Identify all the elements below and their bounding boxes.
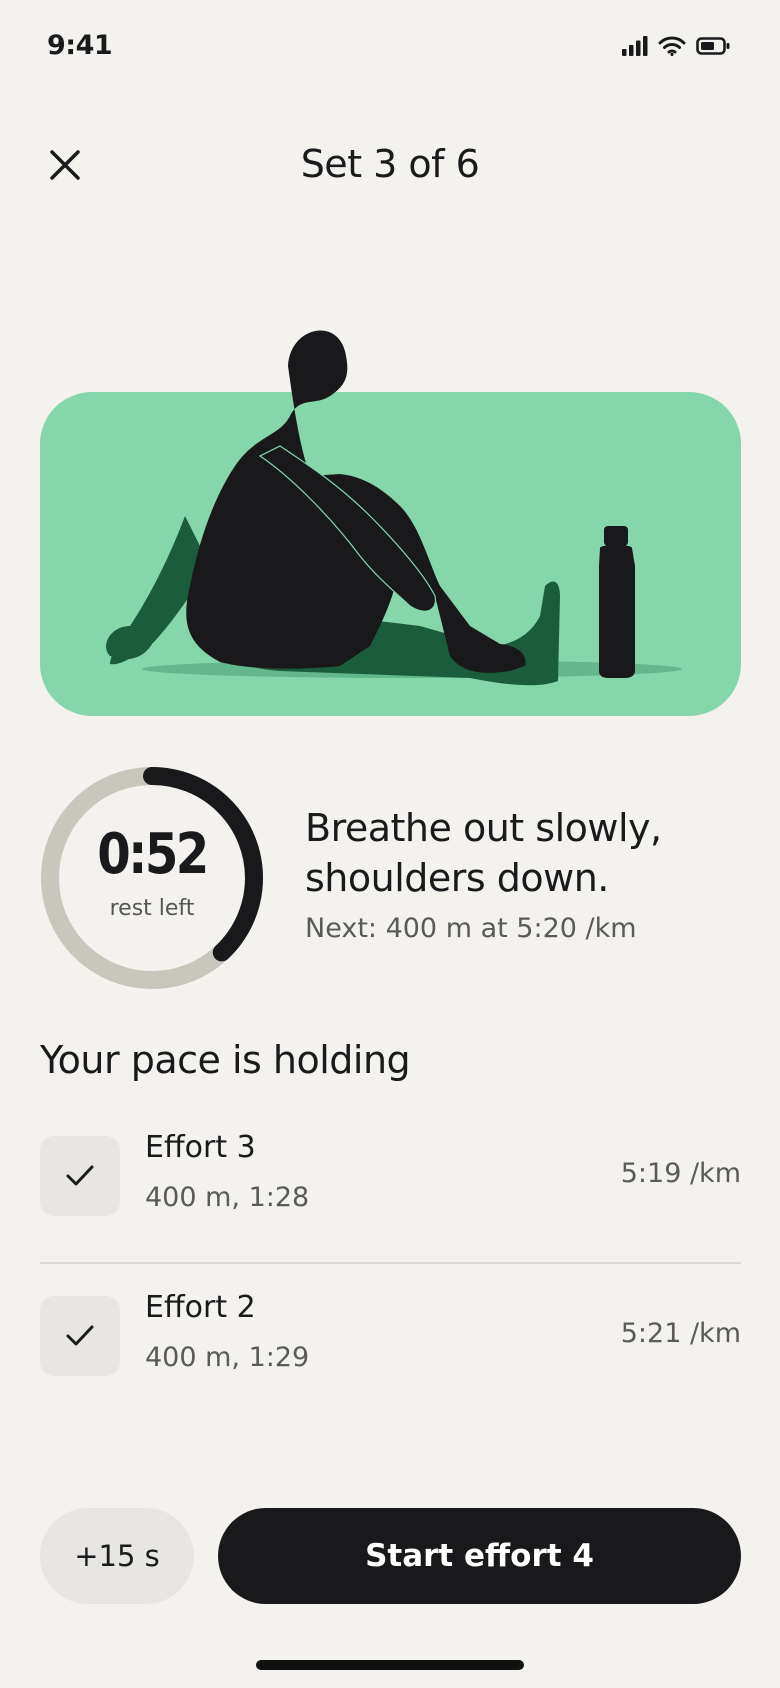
effort-detail: 400 m, 1:28: [145, 1182, 310, 1213]
stretch-illustration: [40, 330, 741, 716]
effort-title: Effort 2: [145, 1290, 256, 1325]
effort-pace: 5:21 /km: [620, 1318, 741, 1349]
home-indicator[interactable]: [256, 1660, 524, 1670]
battery-icon: [696, 37, 730, 55]
check-icon: [66, 1325, 94, 1346]
effort-row: Effort 2 400 m, 1:29 5:21 /km: [40, 1290, 741, 1396]
effort-detail: 400 m, 1:29: [145, 1342, 310, 1373]
divider: [40, 1262, 741, 1264]
timer-caption: rest left: [109, 896, 195, 921]
check-icon: [66, 1165, 94, 1186]
effort-row: Effort 3 400 m, 1:28 5:19 /km: [40, 1130, 741, 1236]
completed-badge: [40, 1296, 120, 1376]
completed-badge: [40, 1136, 120, 1216]
wifi-icon: [658, 36, 686, 56]
breathing-cue: Breathe out slowly, shoulders down.: [305, 806, 662, 900]
start-effort-button[interactable]: Start effort 4: [218, 1508, 741, 1604]
water-bottle: [599, 526, 635, 678]
status-icons: [622, 36, 730, 56]
status-time: 9:41: [47, 30, 113, 61]
effort-pace: 5:19 /km: [620, 1158, 741, 1189]
effort-title: Effort 3: [145, 1130, 256, 1165]
rest-screen: 9:41 Set 3 of 6 0:52 rest left Breathe o…: [0, 0, 780, 1688]
section-title: Your pace is holding: [40, 1038, 411, 1082]
page-title: Set 3 of 6: [300, 142, 480, 186]
signal-icon: [622, 36, 648, 56]
timer-value: 0:52: [97, 822, 209, 887]
add-15s-button[interactable]: +15 s: [40, 1508, 194, 1604]
next-effort-text: Next: 400 m at 5:20 /km: [305, 913, 637, 944]
